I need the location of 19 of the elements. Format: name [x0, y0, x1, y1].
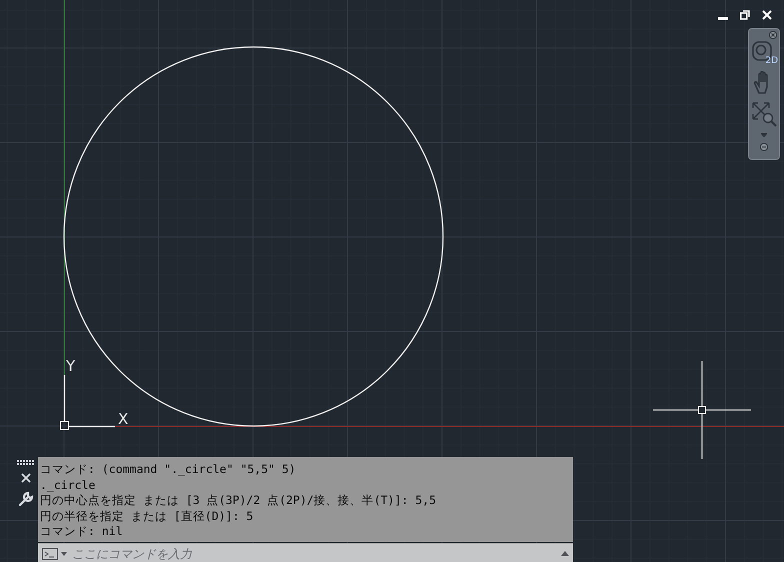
- restore-icon[interactable]: [740, 10, 750, 20]
- x-axis-label: X: [118, 410, 128, 428]
- options-icon[interactable]: [760, 143, 768, 151]
- wrench-icon[interactable]: [18, 491, 34, 507]
- y-axis-label: Y: [66, 357, 76, 375]
- history-line: 円の半径を指定 または [直径(D)]: 5: [40, 508, 254, 524]
- ucs-icon: [60, 374, 116, 430]
- history-line: コマンド: (command "._circle" "5,5" 5): [40, 462, 297, 478]
- history-line: 円の中心点を指定 または [3 点(3P)/2 点(2P)/接、接、半(T)]: 5,5: [40, 493, 438, 508]
- grip-icon[interactable]: [17, 460, 35, 465]
- terminal-icon[interactable]: [42, 548, 68, 560]
- command-input[interactable]: ここにコマンドを入力: [72, 546, 557, 560]
- history-line: コマンド: nil: [40, 524, 124, 540]
- wheel-label: 2D: [765, 56, 778, 66]
- command-line-field[interactable]: ここにコマンドを入力: [38, 542, 573, 562]
- zoom-extents-icon[interactable]: [751, 101, 777, 127]
- caret-up-icon[interactable]: [561, 551, 569, 556]
- history-line: ._circle: [40, 478, 96, 493]
- caret-icon[interactable]: [761, 133, 767, 137]
